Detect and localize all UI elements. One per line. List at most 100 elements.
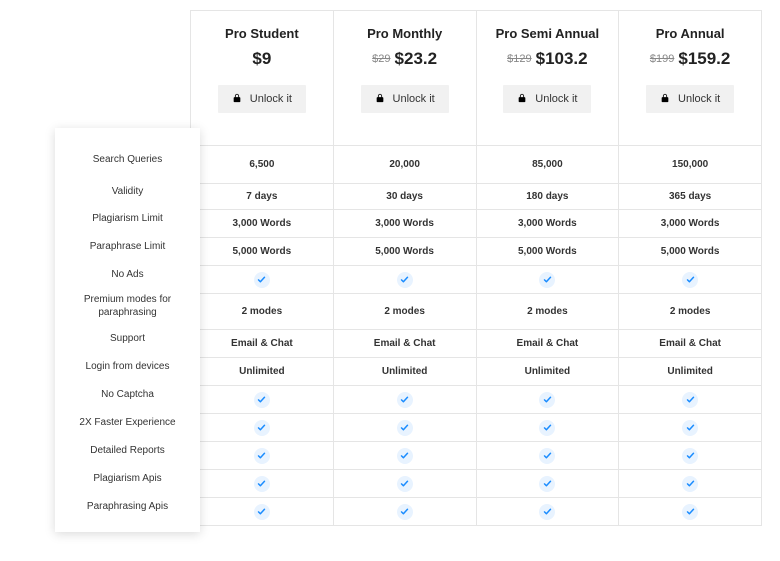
feature-cell: 3,000 Words — [190, 210, 333, 238]
plan-name: Pro Monthly — [342, 26, 468, 41]
feature-row — [190, 470, 761, 498]
check-icon — [254, 272, 270, 288]
plan-price: $9 — [252, 49, 271, 69]
feature-row: 3,000 Words3,000 Words3,000 Words3,000 W… — [190, 210, 761, 238]
unlock-button-label: Unlock it — [250, 93, 292, 105]
feature-cell — [476, 386, 619, 414]
check-icon — [397, 504, 413, 520]
feature-cell — [618, 414, 761, 442]
feature-cell: Email & Chat — [190, 330, 333, 358]
unlock-button[interactable]: Unlock it — [361, 85, 449, 113]
lock-icon — [375, 93, 385, 105]
plan-name: Pro Semi Annual — [485, 26, 611, 41]
unlock-button-label: Unlock it — [678, 93, 720, 105]
check-icon — [539, 476, 555, 492]
feature-cell — [476, 266, 619, 294]
feature-cell — [190, 414, 333, 442]
check-icon — [539, 392, 555, 408]
feature-cell: 3,000 Words — [333, 210, 476, 238]
lock-icon — [660, 93, 670, 105]
plan-column: Pro Annual$199$159.2Unlock it — [618, 10, 761, 146]
check-icon — [682, 392, 698, 408]
check-icon — [682, 504, 698, 520]
check-icon — [254, 392, 270, 408]
feature-row — [190, 414, 761, 442]
feature-cell — [190, 442, 333, 470]
check-icon — [539, 420, 555, 436]
feature-row: Email & ChatEmail & ChatEmail & ChatEmai… — [190, 330, 761, 358]
check-icon — [682, 448, 698, 464]
check-icon — [539, 448, 555, 464]
feature-cell: 180 days — [476, 184, 619, 210]
feature-row: 2 modes2 modes2 modes2 modes — [190, 294, 761, 330]
feature-cell — [190, 266, 333, 294]
feature-cell: Unlimited — [190, 358, 333, 386]
feature-cell — [618, 266, 761, 294]
feature-cell: 2 modes — [476, 294, 619, 330]
plan-column: Pro Monthly$29$23.2Unlock it — [333, 10, 476, 146]
feature-label: No Captcha — [63, 380, 192, 408]
feature-row — [190, 266, 761, 294]
check-icon — [397, 420, 413, 436]
feature-row: UnlimitedUnlimitedUnlimitedUnlimited — [190, 358, 761, 386]
feature-label: Paraphrasing Apis — [63, 492, 192, 520]
feature-cell: 85,000 — [476, 146, 619, 184]
feature-label: No Ads — [63, 260, 192, 288]
feature-cell: 6,500 — [190, 146, 333, 184]
feature-label: Plagiarism Apis — [63, 464, 192, 492]
feature-cell: Unlimited — [476, 358, 619, 386]
feature-cell — [190, 470, 333, 498]
feature-cell: Email & Chat — [333, 330, 476, 358]
feature-cell — [333, 386, 476, 414]
plan-header: Pro Student $9 Unlock it — [191, 11, 333, 146]
feature-cell: 3,000 Words — [618, 210, 761, 238]
feature-cell — [476, 414, 619, 442]
check-icon — [254, 504, 270, 520]
feature-cell: 3,000 Words — [476, 210, 619, 238]
feature-cell: Email & Chat — [476, 330, 619, 358]
feature-row: 7 days30 days180 days365 days — [190, 184, 761, 210]
plan-name: Pro Student — [199, 26, 325, 41]
check-icon — [254, 420, 270, 436]
feature-row: 6,50020,00085,000150,000 — [190, 146, 761, 184]
check-icon — [682, 272, 698, 288]
feature-cell: 5,000 Words — [618, 238, 761, 266]
feature-cell: 2 modes — [333, 294, 476, 330]
feature-label: Validity — [63, 178, 192, 204]
plan-header: Pro Monthly$29$23.2Unlock it — [334, 11, 476, 146]
feature-row — [190, 386, 761, 414]
feature-cell — [476, 442, 619, 470]
feature-cell: 5,000 Words — [190, 238, 333, 266]
feature-cell: 5,000 Words — [333, 238, 476, 266]
check-icon — [254, 476, 270, 492]
feature-cell: Unlimited — [333, 358, 476, 386]
feature-row — [190, 442, 761, 470]
feature-cell: 150,000 — [618, 146, 761, 184]
old-price: $129 — [507, 53, 531, 65]
feature-cell: 30 days — [333, 184, 476, 210]
feature-cell — [190, 386, 333, 414]
lock-icon — [232, 93, 242, 105]
feature-label: Login from devices — [63, 352, 192, 380]
check-icon — [397, 476, 413, 492]
plan-name: Pro Annual — [627, 26, 753, 41]
feature-cell: 20,000 — [333, 146, 476, 184]
feature-cell: 365 days — [618, 184, 761, 210]
feature-cell — [618, 470, 761, 498]
check-icon — [539, 504, 555, 520]
unlock-button[interactable]: Unlock it — [646, 85, 734, 113]
unlock-button[interactable]: Unlock it — [218, 85, 306, 113]
feature-cell — [333, 442, 476, 470]
feature-label: Search Queries — [63, 140, 192, 178]
unlock-button-label: Unlock it — [393, 93, 435, 105]
plan-price: $23.2 — [395, 49, 438, 69]
plan-header: Pro Annual$199$159.2Unlock it — [619, 11, 761, 146]
lock-icon — [517, 93, 527, 105]
feature-cell — [476, 498, 619, 526]
feature-label: Paraphrase Limit — [63, 232, 192, 260]
plan-column: Pro Student $9 Unlock it — [190, 10, 333, 146]
feature-cell — [190, 498, 333, 526]
feature-label: Premium modes for paraphrasing — [63, 288, 192, 324]
unlock-button[interactable]: Unlock it — [503, 85, 591, 113]
check-icon — [682, 476, 698, 492]
